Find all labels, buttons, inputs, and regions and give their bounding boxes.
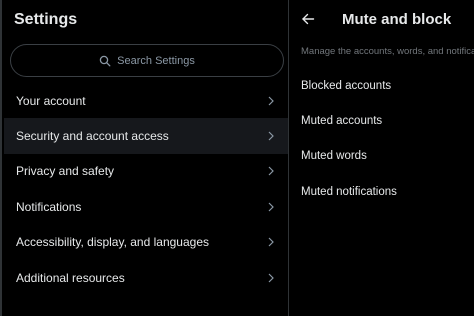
- search-placeholder: Search Settings: [117, 54, 195, 67]
- menu-item-privacy[interactable]: Privacy and safety: [4, 154, 290, 189]
- option-blocked-accounts[interactable]: Blocked accounts: [289, 68, 474, 103]
- option-muted-words[interactable]: Muted words: [289, 139, 474, 174]
- option-muted-accounts[interactable]: Muted accounts: [289, 103, 474, 138]
- chevron-right-icon: [268, 167, 274, 176]
- mute-block-options: Blocked accounts Muted accounts Muted wo…: [289, 68, 474, 210]
- option-label: Muted notifications: [301, 185, 397, 198]
- menu-item-additional-resources[interactable]: Additional resources: [4, 260, 290, 295]
- back-arrow-icon[interactable]: [301, 12, 315, 26]
- menu-item-your-account[interactable]: Your account: [4, 83, 290, 118]
- chevron-right-icon: [268, 273, 274, 283]
- menu-item-notifications[interactable]: Notifications: [4, 189, 290, 224]
- menu-item-label: Privacy and safety: [16, 164, 115, 179]
- settings-title: Settings: [14, 11, 78, 28]
- mute-and-block-panel: Mute and block Manage the accounts, word…: [289, 0, 474, 316]
- menu-item-label: Your account: [16, 93, 86, 108]
- option-label: Muted words: [301, 150, 367, 163]
- page-description: Manage the accounts, words, and notifica…: [301, 46, 474, 57]
- settings-menu: Your account Security and account access…: [4, 83, 290, 295]
- chevron-right-icon: [268, 202, 274, 212]
- settings-panel: Settings Search Settings Your account Se…: [0, 0, 290, 316]
- menu-item-accessibility[interactable]: Accessibility, display, and languages: [4, 225, 290, 260]
- search-icon: [99, 55, 111, 66]
- menu-item-label: Notifications: [16, 199, 82, 214]
- chevron-right-icon: [268, 237, 274, 247]
- chevron-right-icon: [268, 131, 274, 141]
- option-muted-notifications[interactable]: Muted notifications: [289, 174, 474, 209]
- menu-item-label: Security and account access: [16, 129, 169, 144]
- search-settings-input[interactable]: Search Settings: [10, 44, 284, 77]
- option-label: Muted accounts: [301, 115, 383, 128]
- menu-item-security[interactable]: Security and account access: [4, 118, 290, 154]
- page-title: Mute and block: [342, 11, 452, 28]
- menu-item-label: Additional resources: [16, 270, 125, 285]
- chevron-right-icon: [268, 96, 274, 106]
- menu-item-label: Accessibility, display, and languages: [16, 235, 209, 250]
- option-label: Blocked accounts: [301, 79, 392, 92]
